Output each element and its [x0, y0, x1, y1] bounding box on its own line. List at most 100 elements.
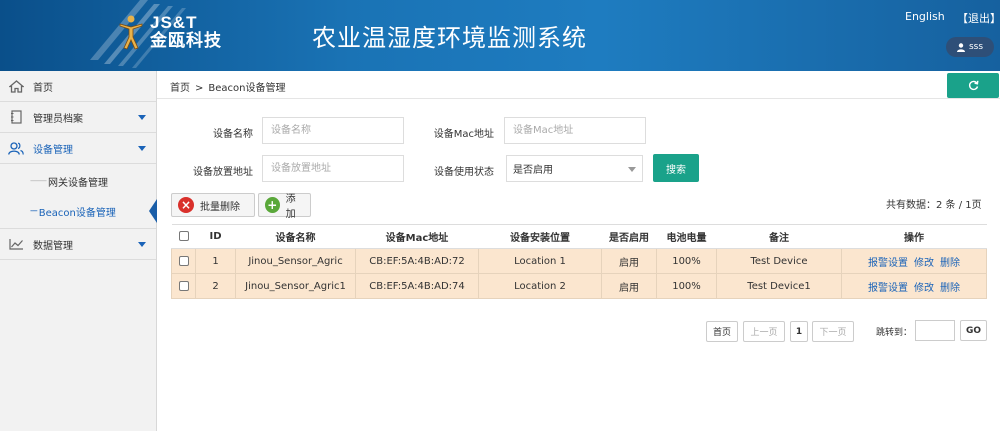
table-row: 2 Jinou_Sensor_Agric1 CB:EF:5A:4B:AD:74 … [171, 273, 987, 299]
col-header-ops: 操作 [841, 224, 987, 249]
cell-remark: Test Device1 [716, 273, 842, 299]
logout-link[interactable]: 【退出】 [957, 10, 1000, 26]
device-status-value: 是否启用 [513, 165, 553, 176]
device-status-label: 设备使用状态 [434, 167, 494, 178]
pagination-first-button[interactable]: 首页 [706, 321, 738, 342]
sidebar-item-home[interactable]: 首页 [0, 71, 156, 102]
device-name-input[interactable] [262, 117, 404, 144]
refresh-icon [968, 80, 978, 91]
user-menu[interactable]: sss [946, 37, 994, 57]
select-all-checkbox[interactable] [178, 231, 189, 241]
active-pointer-icon [149, 199, 157, 223]
cell-name: Jinou_Sensor_Agric [235, 248, 356, 274]
col-header-id: ID [195, 224, 236, 249]
logo-text-en: JS&T [150, 13, 198, 32]
alarm-settings-link[interactable]: 报警设置 [868, 258, 908, 269]
chevron-down-icon [138, 115, 146, 120]
chevron-down-icon [138, 146, 146, 151]
chart-line-icon [8, 236, 24, 252]
sidebar-item-data-management[interactable]: 数据管理 [0, 229, 156, 260]
select-all-cell [171, 224, 196, 249]
row-select-cell [171, 273, 196, 299]
app-title: 农业温湿度环境监测系统 [312, 24, 587, 52]
col-header-battery: 电池电量 [656, 224, 717, 249]
col-header-enabled: 是否启用 [601, 224, 657, 249]
breadcrumb-current: Beacon设备管理 [208, 83, 286, 94]
batch-delete-button[interactable]: × 批量删除 [171, 193, 255, 217]
cell-id: 2 [195, 273, 236, 299]
company-logo: JS&T 金瓯科技 [118, 14, 222, 50]
delete-link[interactable]: 删除 [940, 258, 960, 269]
jump-to-label: 跳转到： [876, 328, 913, 338]
cell-location: Location 2 [478, 273, 602, 299]
user-name: sss [968, 42, 984, 52]
add-label: 添加 [285, 194, 296, 220]
header-bar: JS&T 金瓯科技 农业温湿度环境监测系统 English 【退出】 sss [0, 0, 1000, 71]
sidebar-subitem-gateway[interactable]: —— 网关设备管理 [0, 166, 156, 196]
submenu-dash: --- [30, 206, 38, 216]
batch-delete-label: 批量删除 [200, 201, 240, 213]
pagination-page-1[interactable]: 1 [790, 321, 808, 342]
logo-figure-icon [119, 15, 143, 50]
device-name-label: 设备名称 [213, 129, 253, 140]
cell-ops: 报警设置 修改 删除 [841, 273, 987, 299]
pagination-next-button[interactable]: 下一页 [812, 321, 854, 342]
alarm-settings-link[interactable]: 报警设置 [868, 283, 908, 294]
cell-name: Jinou_Sensor_Agric1 [235, 273, 356, 299]
cell-remark: Test Device [716, 248, 842, 274]
home-icon [8, 78, 24, 94]
col-header-name: 设备名称 [235, 224, 356, 249]
sidebar-subitem-label: Beacon设备管理 [38, 207, 116, 219]
chevron-down-icon [138, 242, 146, 247]
sidebar-item-label: 管理员档案 [33, 113, 83, 125]
refresh-button[interactable] [947, 73, 999, 98]
cell-id: 1 [195, 248, 236, 274]
breadcrumb-separator: > [195, 83, 204, 94]
cell-mac: CB:EF:5A:4B:AD:72 [355, 248, 479, 274]
cell-battery: 100% [656, 273, 717, 299]
cell-location: Location 1 [478, 248, 602, 274]
go-button[interactable]: GO [960, 320, 987, 341]
row-checkbox[interactable] [178, 280, 189, 291]
user-icon [956, 42, 965, 52]
logo-text-cn: 金瓯科技 [150, 31, 222, 51]
device-status-select[interactable]: 是否启用 [506, 155, 643, 182]
cell-battery: 100% [656, 248, 717, 274]
col-header-remark: 备注 [716, 224, 842, 249]
device-table: ID 设备名称 设备Mac地址 设备安装位置 是否启用 电池电量 备注 操作 1… [171, 224, 987, 299]
row-select-cell [171, 248, 196, 274]
col-header-mac: 设备Mac地址 [355, 224, 479, 249]
cell-ops: 报警设置 修改 删除 [841, 248, 987, 274]
device-mac-label: 设备Mac地址 [433, 129, 494, 140]
cell-mac: CB:EF:5A:4B:AD:74 [355, 273, 479, 299]
book-icon [8, 109, 24, 125]
sidebar-subitem-beacon[interactable]: --- Beacon设备管理 [0, 196, 157, 226]
delete-link[interactable]: 删除 [940, 283, 960, 294]
sidebar-item-device-management[interactable]: 设备管理 [0, 133, 156, 164]
breadcrumb-bar: 首页 > Beacon设备管理 [157, 71, 1000, 99]
plus-icon: + [265, 197, 280, 213]
cell-enabled: 启用 [601, 273, 657, 299]
pagination-prev-button[interactable]: 上一页 [743, 321, 785, 342]
edit-link[interactable]: 修改 [914, 283, 934, 294]
breadcrumb: 首页 > Beacon设备管理 [170, 79, 286, 94]
device-location-label: 设备放置地址 [193, 167, 253, 178]
sidebar-item-admin-records[interactable]: 管理员档案 [0, 102, 156, 133]
device-submenu: —— 网关设备管理 --- Beacon设备管理 [0, 164, 157, 229]
row-checkbox[interactable] [178, 255, 189, 266]
device-location-input[interactable] [262, 155, 404, 182]
device-mac-input[interactable] [504, 117, 646, 144]
language-link[interactable]: English [905, 10, 945, 23]
search-button[interactable]: 搜索 [653, 154, 699, 182]
edit-link[interactable]: 修改 [914, 258, 934, 269]
table-row: 1 Jinou_Sensor_Agric CB:EF:5A:4B:AD:72 L… [171, 248, 987, 274]
submenu-dash: —— [30, 176, 47, 186]
close-icon: × [178, 197, 194, 213]
breadcrumb-home[interactable]: 首页 [170, 83, 190, 94]
col-header-location: 设备安装位置 [478, 224, 602, 249]
jump-page-input[interactable] [915, 320, 955, 341]
add-button[interactable]: + 添加 [258, 193, 311, 220]
sidebar: 首页 管理员档案 设备管理 —— 网关设备管理 --- Beacon设备管理 数… [0, 71, 157, 431]
chevron-down-icon [628, 167, 636, 172]
total-count-info: 共有数据：2 条 / 1页 [886, 200, 982, 211]
